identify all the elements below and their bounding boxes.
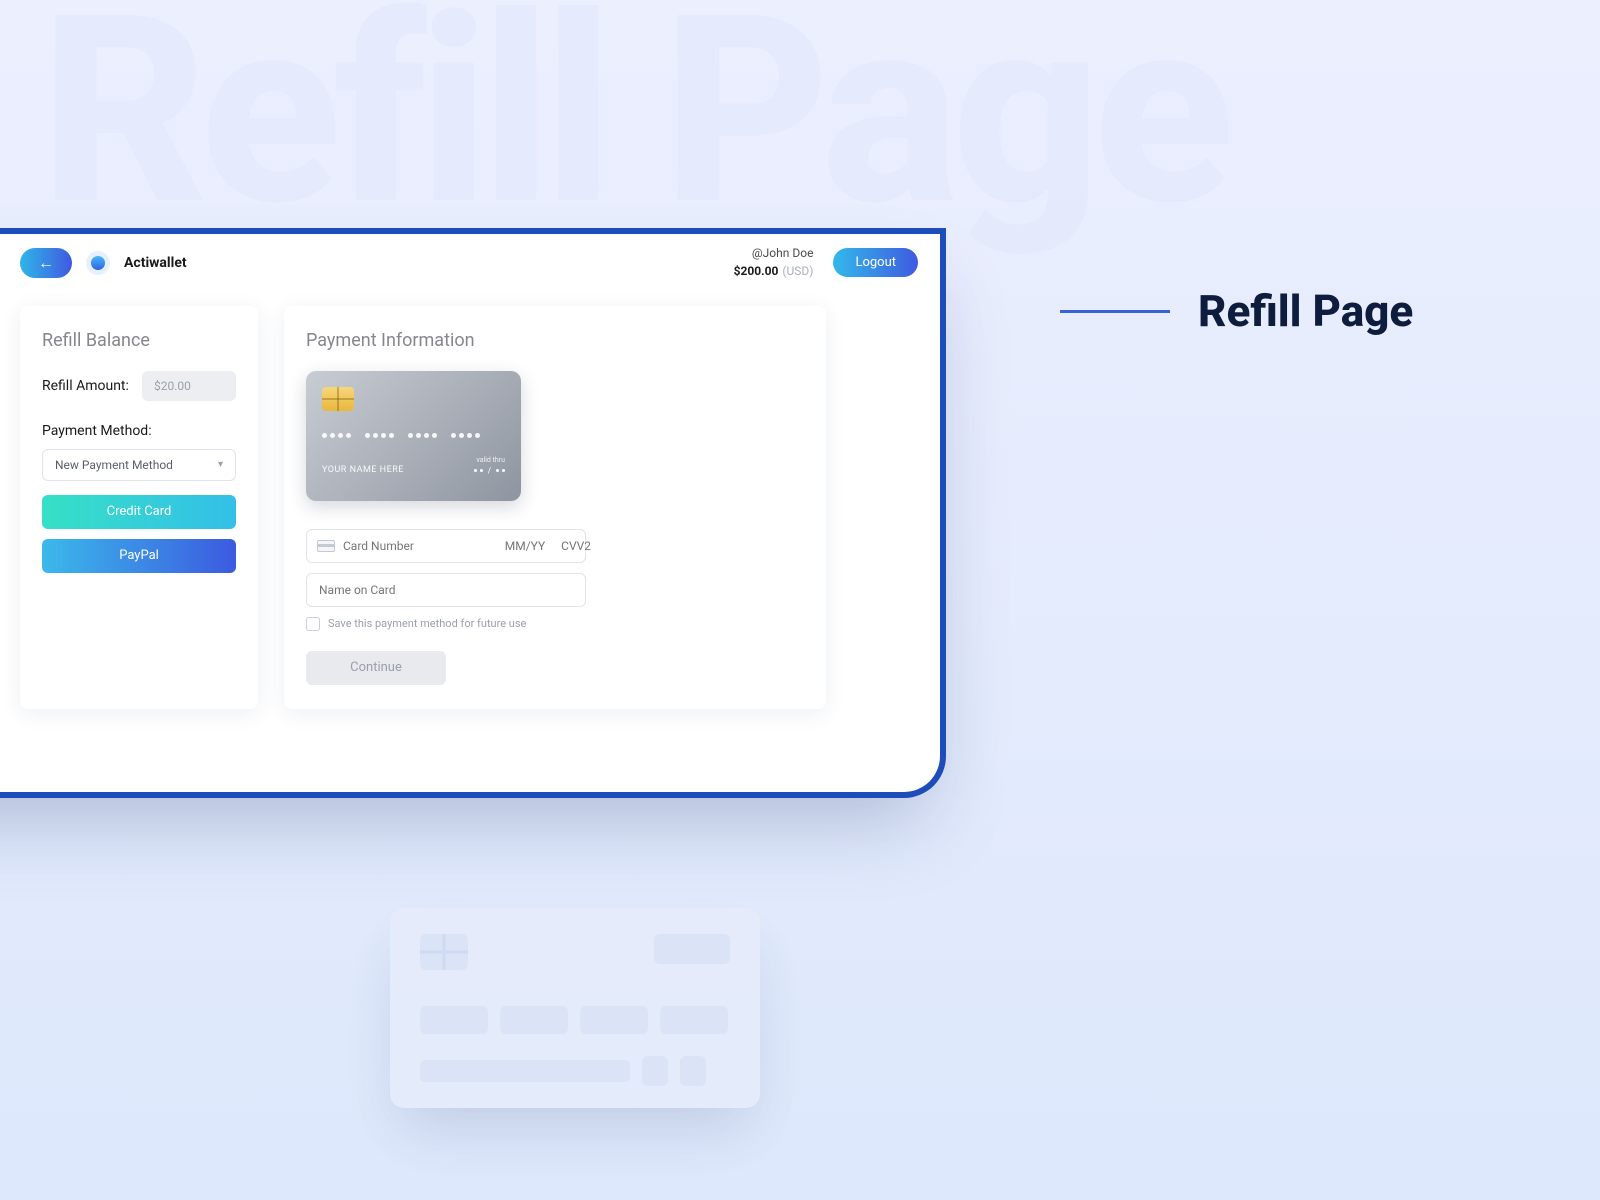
topbar-left: ← Actiwallet xyxy=(20,248,187,278)
content: Refill Balance Refill Amount: Payment Me… xyxy=(0,292,940,739)
decorative-card-illustration xyxy=(390,908,760,1108)
card-number-row xyxy=(306,529,586,563)
valid-thru-mask: / xyxy=(474,466,505,475)
card-preview: YOUR NAME HERE valid thru / xyxy=(306,371,521,501)
card-chip-icon xyxy=(322,387,354,411)
refill-balance-card: Refill Balance Refill Amount: Payment Me… xyxy=(20,306,258,709)
app-window: ← Actiwallet @John Doe $200.00 (USD) Log… xyxy=(0,228,946,798)
payment-card-title: Payment Information xyxy=(306,330,804,351)
background-watermark-text: Refill Page xyxy=(40,0,1226,264)
payment-method-label: Payment Method: xyxy=(42,423,236,439)
refill-card-title: Refill Balance xyxy=(42,330,236,351)
name-on-card-input[interactable] xyxy=(319,583,573,597)
user-info: @John Doe $200.00 (USD) xyxy=(734,246,814,280)
title-accent-line xyxy=(1060,310,1170,313)
credit-card-icon xyxy=(317,540,335,552)
decorative-chip-icon xyxy=(420,934,468,970)
topbar-right: @John Doe $200.00 (USD) Logout xyxy=(734,246,918,280)
arrow-left-icon: ← xyxy=(38,253,54,273)
decorative-brand-badge xyxy=(654,934,730,964)
payment-method-selected: New Payment Method xyxy=(55,458,173,472)
valid-thru-label: valid thru xyxy=(474,456,505,464)
back-button[interactable]: ← xyxy=(20,248,72,278)
logout-button[interactable]: Logout xyxy=(833,248,918,277)
card-number-mask xyxy=(322,433,505,438)
payment-information-card: Payment Information YOUR NAME HERE valid… xyxy=(284,306,826,709)
page-title: Refill Page xyxy=(1198,285,1413,337)
brand-name: Actiwallet xyxy=(124,255,187,271)
paypal-option-button[interactable]: PayPal xyxy=(42,539,236,573)
refill-amount-input[interactable] xyxy=(142,371,236,401)
save-payment-label: Save this payment method for future use xyxy=(328,617,526,630)
card-expiry-input[interactable] xyxy=(499,539,551,553)
card-preview-name: YOUR NAME HERE xyxy=(322,465,404,475)
save-payment-checkbox[interactable] xyxy=(306,617,320,631)
continue-button[interactable]: Continue xyxy=(306,651,446,685)
user-handle: @John Doe xyxy=(734,246,814,260)
topbar: ← Actiwallet @John Doe $200.00 (USD) Log… xyxy=(0,234,940,292)
card-number-input[interactable] xyxy=(343,539,499,553)
user-currency: (USD) xyxy=(782,264,813,278)
user-balance: $200.00 xyxy=(734,264,779,278)
page-title-block: Refill Page xyxy=(1060,285,1413,337)
card-cvv-input[interactable] xyxy=(551,539,591,553)
credit-card-option-button[interactable]: Credit Card xyxy=(42,495,236,529)
chevron-down-icon: ▾ xyxy=(218,459,223,470)
refill-amount-label: Refill Amount: xyxy=(42,378,129,394)
payment-method-dropdown[interactable]: New Payment Method ▾ xyxy=(42,449,236,481)
brand-icon xyxy=(86,251,110,275)
